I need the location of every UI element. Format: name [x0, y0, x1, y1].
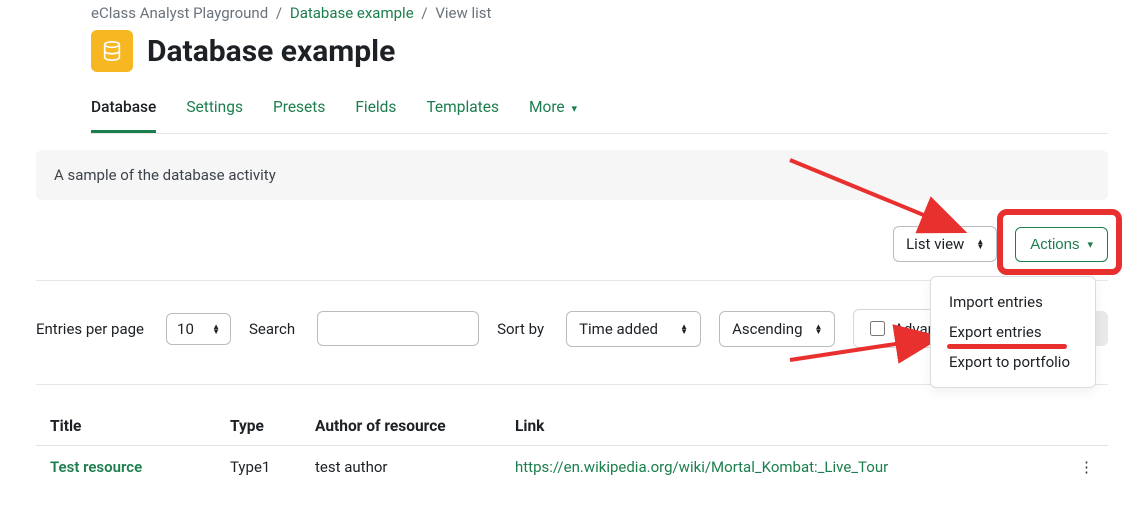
breadcrumb-sep: /: [421, 4, 427, 22]
actions-button[interactable]: Actions ▾: [1015, 227, 1108, 262]
col-link: Link: [501, 407, 1065, 446]
actions-dropdown: Import entries Export entries Export to …: [930, 276, 1096, 388]
search-label: Search: [249, 320, 295, 338]
tab-templates[interactable]: Templates: [426, 88, 499, 133]
advanced-search-checkbox[interactable]: [870, 321, 885, 336]
page-title: Database example: [147, 34, 395, 69]
breadcrumb-leaf: View list: [435, 4, 491, 22]
tab-settings[interactable]: Settings: [186, 88, 243, 133]
entry-link[interactable]: https://en.wikipedia.org/wiki/Mortal_Kom…: [515, 458, 888, 476]
order-select[interactable]: Ascending ▲▼: [719, 311, 835, 347]
intro-box: A sample of the database activity: [36, 150, 1108, 200]
tab-more-label: More: [529, 98, 565, 116]
entry-type: Type1: [216, 446, 301, 489]
chevron-down-icon: ▾: [1087, 238, 1093, 251]
updown-icon: ▲▼: [212, 324, 220, 334]
updown-icon: ▲▼: [976, 239, 984, 249]
chevron-down-icon: ▾: [572, 102, 578, 115]
menu-import-entries[interactable]: Import entries: [935, 287, 1091, 317]
breadcrumb-mid[interactable]: Database example: [290, 4, 414, 22]
entry-title-link[interactable]: Test resource: [50, 458, 142, 476]
menu-export-portfolio[interactable]: Export to portfolio: [935, 347, 1091, 377]
tab-presets[interactable]: Presets: [273, 88, 325, 133]
entry-author: test author: [301, 446, 501, 489]
sortby-select[interactable]: Time added ▲▼: [566, 311, 701, 347]
entries-table: Title Type Author of resource Link Test …: [36, 407, 1108, 488]
tab-fields[interactable]: Fields: [355, 88, 396, 133]
entries-per-page-select[interactable]: 10 ▲▼: [166, 313, 231, 345]
menu-export-entries-label: Export entries: [949, 323, 1042, 341]
col-title: Title: [36, 407, 216, 446]
database-icon: [91, 30, 133, 72]
table-row: Test resource Type1 test author https://…: [36, 446, 1108, 489]
col-type: Type: [216, 407, 301, 446]
tabs: Database Settings Presets Fields Templat…: [91, 82, 1108, 134]
updown-icon: ▲▼: [815, 324, 823, 334]
tab-more[interactable]: More ▾: [529, 88, 577, 133]
actions-button-label: Actions: [1030, 236, 1079, 253]
view-select-label: List view: [906, 235, 964, 253]
col-author: Author of resource: [301, 407, 501, 446]
tab-database[interactable]: Database: [91, 88, 156, 133]
entries-per-page-label: Entries per page: [36, 320, 144, 338]
updown-icon: ▲▼: [680, 324, 688, 334]
sortby-label: Sort by: [497, 320, 544, 338]
search-input[interactable]: [317, 311, 479, 346]
breadcrumb: eClass Analyst Playground / Database exa…: [91, 0, 1108, 22]
sortby-value: Time added: [579, 320, 658, 338]
view-select[interactable]: List view ▲▼: [893, 226, 997, 262]
order-value: Ascending: [732, 320, 802, 338]
menu-export-entries[interactable]: Export entries: [935, 317, 1091, 347]
entries-per-page-value: 10: [177, 320, 194, 338]
breadcrumb-sep: /: [276, 4, 282, 22]
breadcrumb-root[interactable]: eClass Analyst Playground: [91, 4, 268, 22]
row-actions-icon[interactable]: ⋮: [1065, 446, 1108, 489]
